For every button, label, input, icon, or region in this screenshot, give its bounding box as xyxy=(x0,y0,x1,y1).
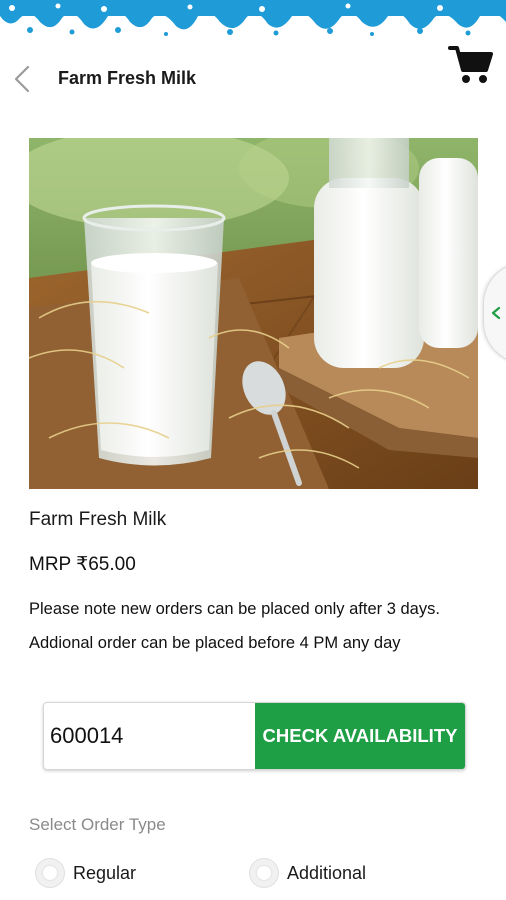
pincode-input[interactable] xyxy=(44,703,254,769)
radio-button[interactable] xyxy=(249,858,279,888)
availability-check: CHECK AVAILABILITY xyxy=(43,702,466,770)
shopping-cart-icon xyxy=(448,46,493,83)
order-type-additional-radio[interactable]: Additional xyxy=(249,857,389,891)
app-header: Farm Fresh Milk xyxy=(0,40,506,120)
cart-button[interactable] xyxy=(448,44,494,86)
product-name: Farm Fresh Milk xyxy=(29,509,167,530)
page-title: Farm Fresh Milk xyxy=(58,68,197,88)
side-drawer-tab[interactable] xyxy=(483,262,506,364)
chevron-left-icon xyxy=(14,65,30,93)
chevron-left-icon xyxy=(491,306,501,320)
check-availability-button[interactable]: CHECK AVAILABILITY xyxy=(255,703,465,769)
radio-label: Regular xyxy=(73,863,137,883)
radio-label: Additional xyxy=(287,863,367,883)
product-image xyxy=(29,138,478,489)
back-button[interactable] xyxy=(8,62,38,96)
radio-button[interactable] xyxy=(35,858,65,888)
order-type-label: Select Order Type xyxy=(29,815,166,834)
product-price: MRP ₹65.00 xyxy=(29,554,136,575)
order-type-regular-radio[interactable]: Regular xyxy=(35,857,155,891)
splash-banner xyxy=(0,0,506,36)
order-notice: Please note new orders can be placed onl… xyxy=(29,600,440,652)
